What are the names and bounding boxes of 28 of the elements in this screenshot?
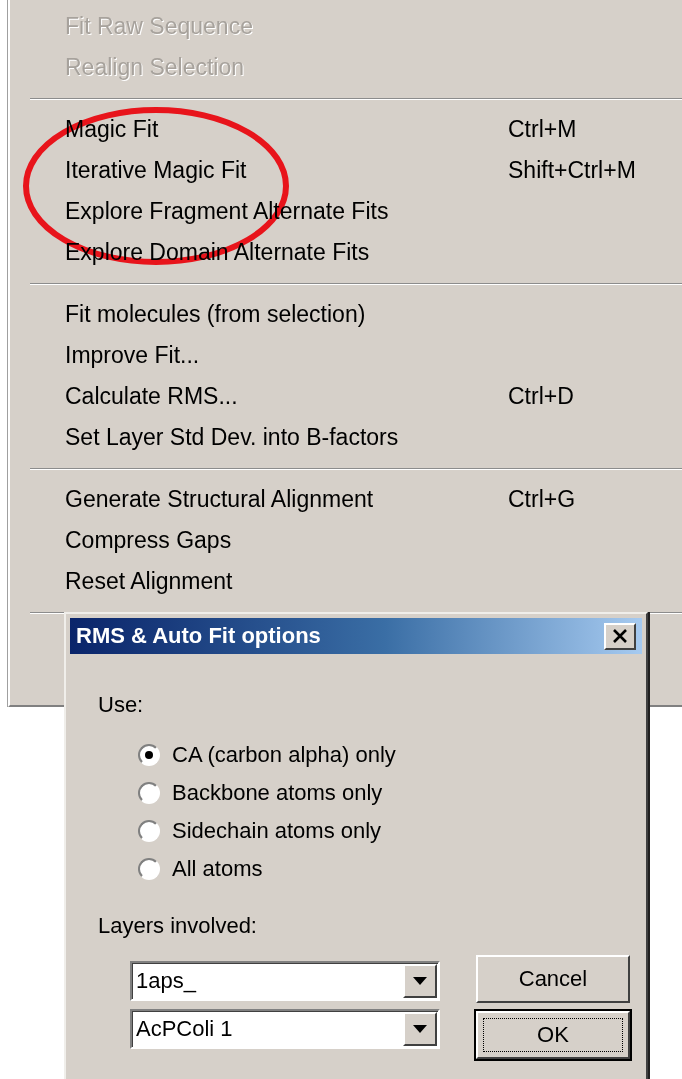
- radio-button[interactable]: [138, 819, 160, 842]
- menu-item[interactable]: Calculate RMS... Ctrl+D: [10, 376, 682, 417]
- layer-dropdown[interactable]: 1aps_: [130, 961, 440, 1001]
- radio-button[interactable]: [138, 857, 160, 880]
- menu-item[interactable]: Generate Structural Alignment Ctrl+G: [10, 479, 682, 520]
- close-icon: [612, 629, 628, 643]
- menu-item[interactable]: Iterative Magic Fit Shift+Ctrl+M: [10, 150, 682, 191]
- menu-item[interactable]: Set Layer Std Dev. into B-factors: [10, 417, 682, 458]
- menu-item[interactable]: Reset Alignment: [10, 561, 682, 602]
- radio-button[interactable]: [138, 743, 160, 766]
- radio-label: Sidechain atoms only: [172, 817, 382, 844]
- close-button[interactable]: [604, 622, 636, 650]
- menu-item[interactable]: Compress Gaps: [10, 520, 682, 561]
- radio-label: All atoms: [172, 855, 263, 882]
- radio-button[interactable]: [138, 781, 160, 804]
- dialog-button[interactable]: Cancel: [476, 955, 630, 1003]
- menu-item[interactable]: Fit molecules (from selection): [10, 294, 682, 335]
- menu-item[interactable]: Improve Fit...: [10, 335, 682, 376]
- radio-label: CA (carbon alpha) only: [172, 741, 396, 768]
- use-label: Use:: [98, 692, 145, 718]
- caret-icon: [413, 1025, 427, 1033]
- radio-label: Backbone atoms only: [172, 779, 383, 806]
- window-title: RMS & Auto Fit options: [76, 623, 321, 649]
- caret-icon: [413, 977, 427, 985]
- dialog-button[interactable]: OK: [476, 1011, 630, 1059]
- layer-dropdown[interactable]: AcPColi 1: [130, 1009, 440, 1049]
- menu-item[interactable]: Magic Fit Ctrl+M: [10, 109, 682, 150]
- layers-label: Layers involved:: [98, 913, 258, 939]
